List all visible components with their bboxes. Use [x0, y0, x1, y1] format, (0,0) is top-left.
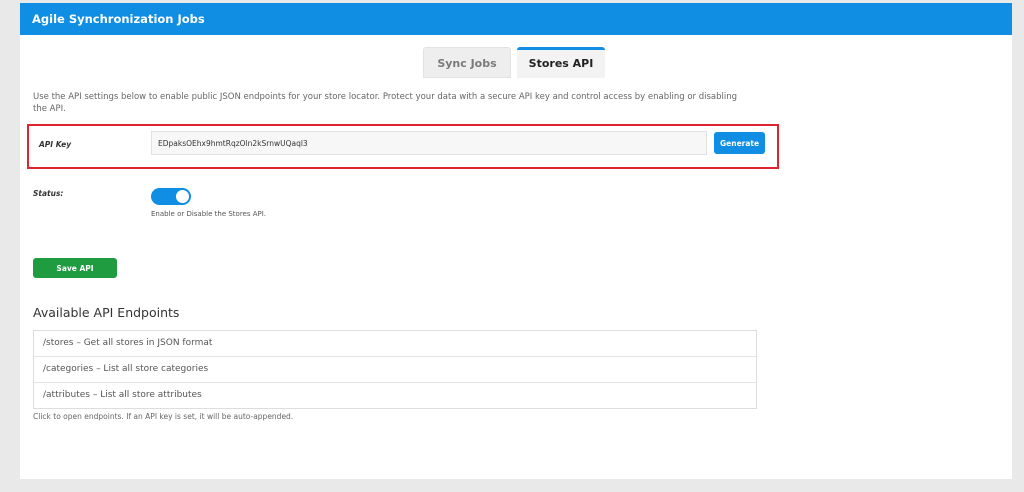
endpoints-note: Click to open endpoints. If an API key i…: [33, 412, 294, 421]
page-title: Agile Synchronization Jobs: [32, 12, 205, 26]
api-key-input[interactable]: [151, 131, 707, 155]
status-label: Status:: [33, 189, 64, 198]
endpoint-categories[interactable]: /categories – List all store categories: [34, 357, 756, 383]
endpoints-list: /stores – Get all stores in JSON format …: [33, 330, 757, 409]
generate-button[interactable]: Generate: [714, 132, 765, 154]
api-key-row: API Key Generate: [27, 124, 779, 169]
page-header: Agile Synchronization Jobs: [20, 3, 1012, 35]
endpoint-attributes[interactable]: /attributes – List all store attributes: [34, 383, 756, 408]
endpoints-title: Available API Endpoints: [33, 305, 180, 320]
endpoint-stores[interactable]: /stores – Get all stores in JSON format: [34, 331, 756, 357]
status-helper-text: Enable or Disable the Stores API.: [151, 210, 267, 218]
status-toggle[interactable]: [151, 188, 191, 205]
api-settings-description: Use the API settings below to enable pub…: [33, 92, 738, 114]
tab-sync-jobs[interactable]: Sync Jobs: [423, 47, 511, 78]
save-api-settings-button[interactable]: Save API Settings: [33, 258, 117, 293]
settings-card: Agile Synchronization Jobs Sync Jobs Sto…: [20, 3, 1012, 479]
toggle-knob: [176, 190, 189, 203]
tab-stores-api[interactable]: Stores API: [517, 47, 605, 78]
api-key-label: API Key: [39, 140, 72, 149]
